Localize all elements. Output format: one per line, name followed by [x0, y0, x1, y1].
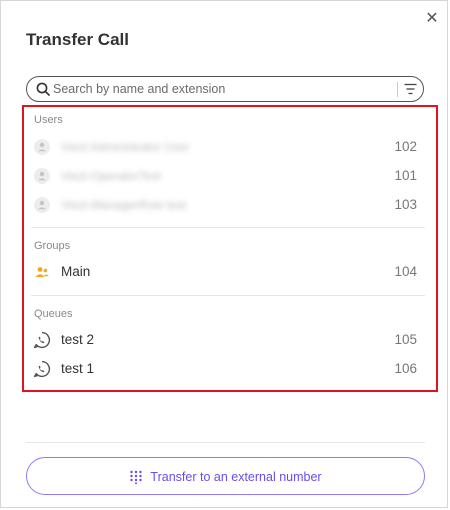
- dialog-title: Transfer Call: [26, 30, 129, 49]
- user-avatar-icon: [34, 197, 50, 213]
- queue-extension: 106: [394, 361, 417, 376]
- close-icon[interactable]: ✕: [423, 10, 441, 28]
- search-box[interactable]: [26, 76, 424, 102]
- transfer-external-label: Transfer to an external number: [150, 469, 322, 484]
- section-divider: [31, 227, 425, 228]
- user-avatar-icon: [34, 168, 50, 184]
- transfer-external-button[interactable]: Transfer to an external number: [26, 457, 425, 495]
- group-extension: 104: [394, 264, 417, 279]
- queue-extension: 105: [394, 332, 417, 347]
- group-icon: [35, 267, 49, 277]
- section-label-groups: Groups: [34, 240, 71, 252]
- queue-name: test 2: [61, 332, 95, 347]
- user-name: Viezt Administrator User: [61, 140, 190, 154]
- search-icon: [36, 82, 50, 96]
- user-row[interactable]: Viezt-OperatorTest 101: [31, 163, 419, 189]
- user-extension: 101: [394, 168, 417, 183]
- footer-divider: [26, 442, 425, 443]
- user-name: Viezt-OperatorTest: [61, 169, 161, 183]
- user-avatar-icon: [34, 139, 50, 155]
- queue-name: test 1: [61, 361, 95, 376]
- dialpad-icon: [130, 470, 143, 484]
- user-extension: 103: [394, 197, 417, 212]
- transfer-external-button-content: Transfer to an external number: [129, 468, 322, 486]
- search-input[interactable]: [53, 80, 393, 98]
- user-extension: 102: [394, 139, 417, 154]
- transfer-call-dialog: ✕ Transfer Call Users Viezt Administrato…: [0, 0, 448, 508]
- user-name: Viezt-ManagerRole test: [61, 198, 187, 212]
- queue-icon: [33, 331, 51, 349]
- section-divider: [31, 295, 425, 296]
- search-divider: [397, 82, 398, 97]
- filter-icon[interactable]: [404, 83, 417, 95]
- user-row[interactable]: Viezt Administrator User 102: [31, 134, 419, 160]
- group-row[interactable]: Main 104: [31, 259, 419, 285]
- group-name: Main: [61, 264, 91, 279]
- queue-icon: [33, 360, 51, 378]
- queue-row[interactable]: test 1 106: [31, 356, 419, 382]
- section-label-users: Users: [34, 114, 63, 126]
- queue-row[interactable]: test 2 105: [31, 327, 419, 353]
- section-label-queues: Queues: [34, 308, 73, 320]
- user-row[interactable]: Viezt-ManagerRole test 103: [31, 192, 419, 218]
